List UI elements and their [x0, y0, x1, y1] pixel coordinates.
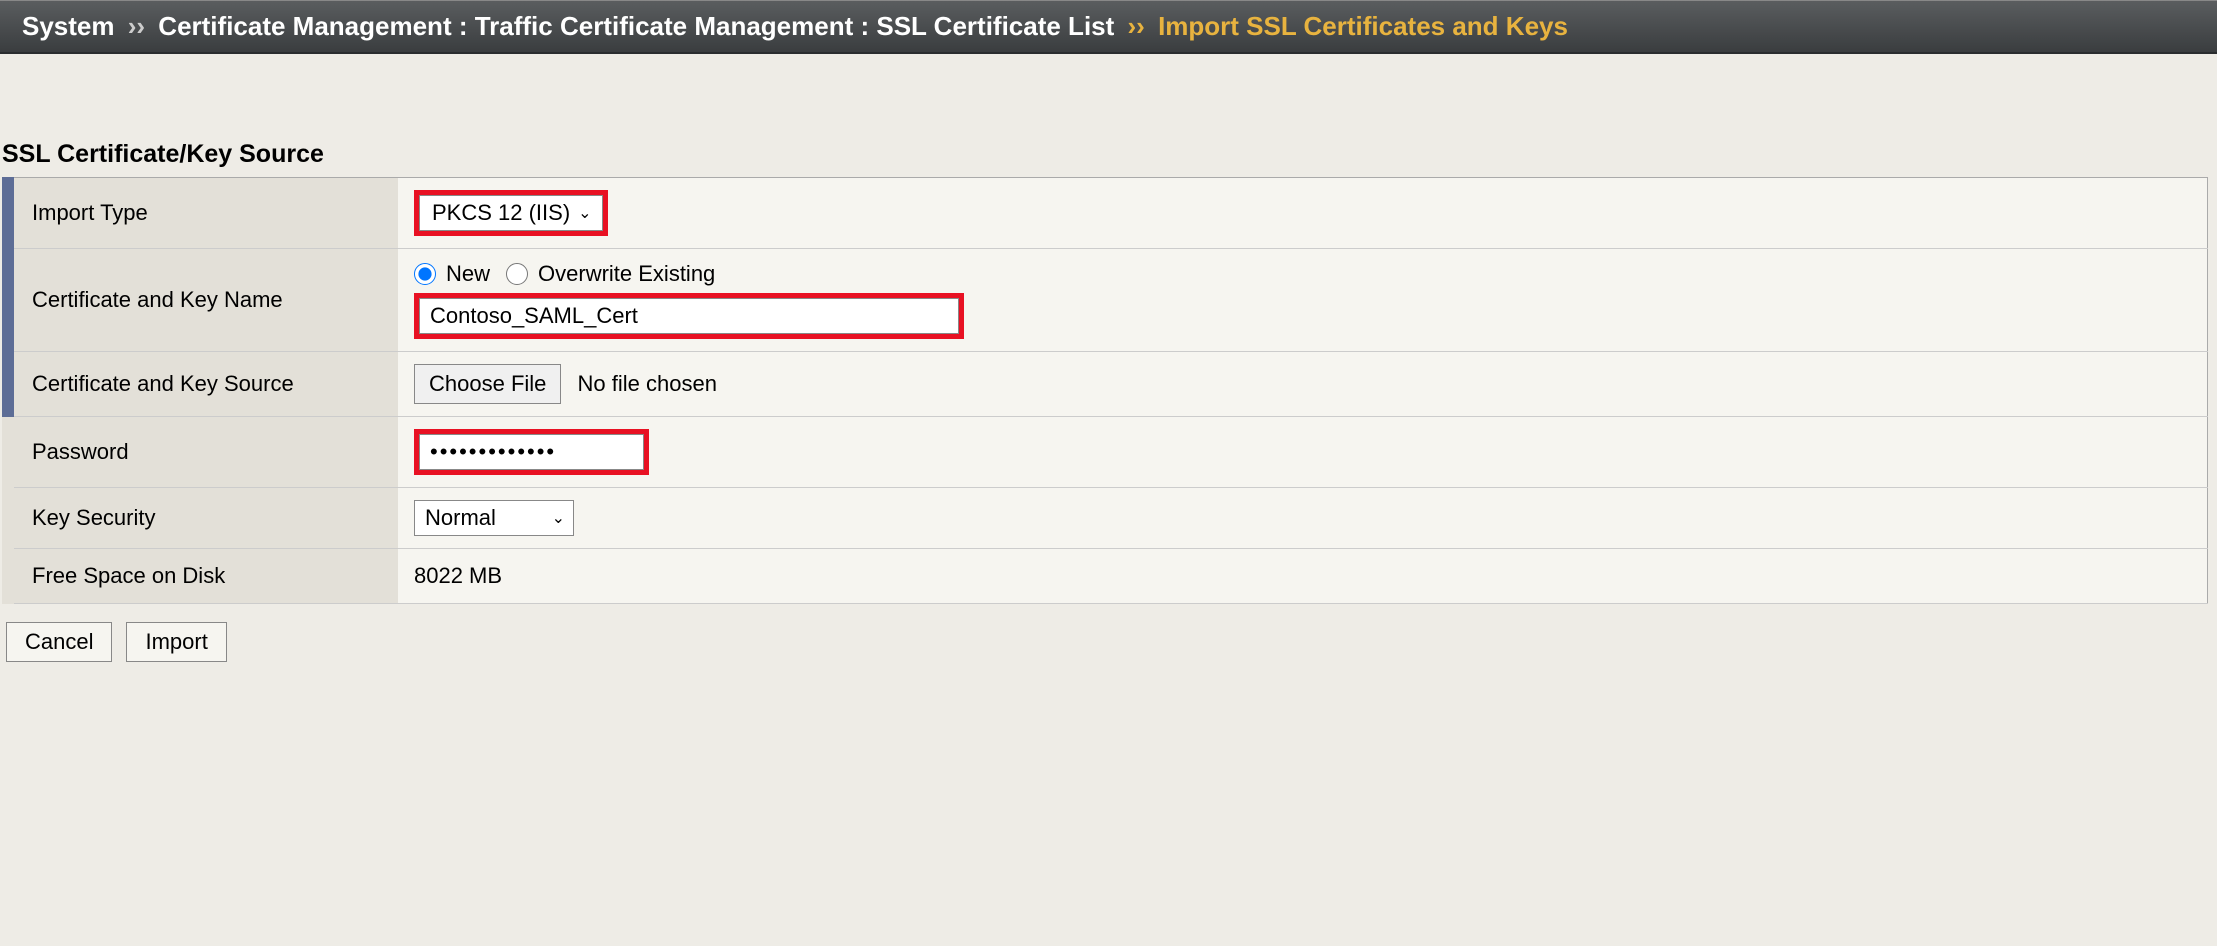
import-button[interactable]: Import [126, 622, 226, 662]
key-security-value: Normal [425, 505, 496, 531]
cancel-button[interactable]: Cancel [6, 622, 112, 662]
radio-new-label: New [446, 261, 490, 287]
breadcrumb: System ›› Certificate Management : Traff… [0, 0, 2217, 54]
free-space-value: 8022 MB [398, 549, 2207, 604]
label-import-type: Import Type [8, 178, 398, 249]
choose-file-button[interactable]: Choose File [414, 364, 561, 404]
password-input[interactable] [419, 434, 644, 470]
form-table: Import Type PKCS 12 (IIS) ⌄ Certificate … [2, 177, 2208, 604]
label-password: Password [8, 417, 398, 488]
chevron-down-icon: ⌄ [578, 203, 591, 223]
import-type-select[interactable]: PKCS 12 (IIS) ⌄ [419, 195, 603, 231]
chevron-separator-icon: ›› [1122, 11, 1151, 41]
label-key-security: Key Security [8, 488, 398, 549]
label-cert-key-name: Certificate and Key Name [8, 249, 398, 352]
label-cert-key-source: Certificate and Key Source [8, 352, 398, 417]
import-type-value: PKCS 12 (IIS) [432, 200, 570, 226]
file-chosen-status: No file chosen [578, 371, 717, 396]
cert-key-name-input[interactable] [419, 298, 959, 334]
highlight-password [414, 429, 649, 475]
key-security-select[interactable]: Normal ⌄ [414, 500, 574, 536]
radio-new[interactable] [414, 263, 436, 285]
label-free-space: Free Space on Disk [8, 549, 398, 604]
highlight-cert-name [414, 293, 964, 339]
breadcrumb-current: Import SSL Certificates and Keys [1158, 11, 1568, 41]
section-title: SSL Certificate/Key Source [0, 54, 2217, 177]
highlight-import-type: PKCS 12 (IIS) ⌄ [414, 190, 608, 236]
breadcrumb-root[interactable]: System [22, 11, 115, 41]
radio-overwrite-label: Overwrite Existing [538, 261, 715, 287]
radio-overwrite[interactable] [506, 263, 528, 285]
chevron-separator-icon: ›› [122, 11, 151, 41]
breadcrumb-path[interactable]: Certificate Management : Traffic Certifi… [158, 11, 1114, 41]
chevron-down-icon: ⌄ [552, 508, 565, 528]
